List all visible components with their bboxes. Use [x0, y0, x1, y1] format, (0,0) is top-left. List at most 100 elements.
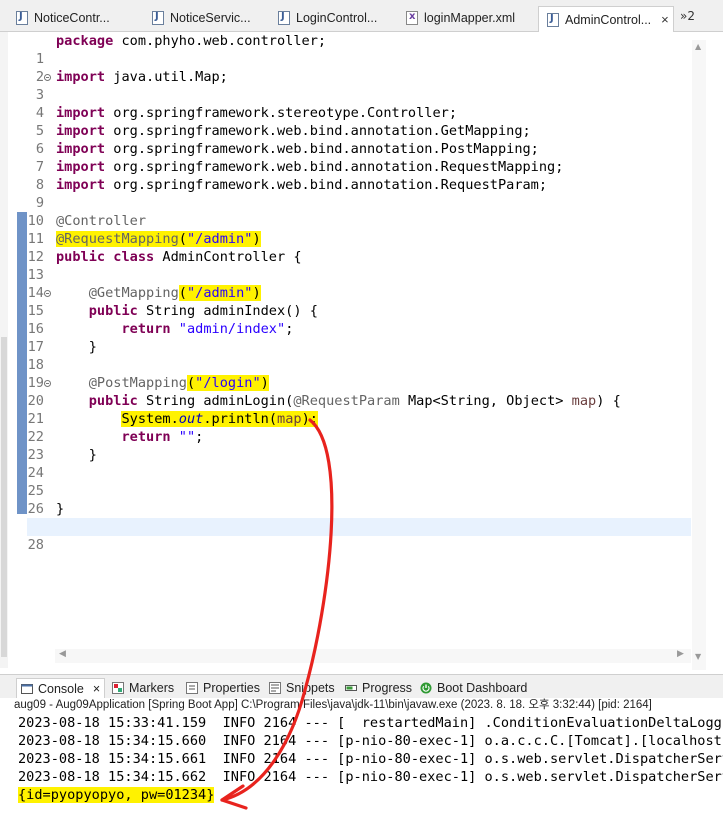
code-text: public class AdminController { — [56, 249, 302, 265]
snippets-icon — [269, 682, 281, 694]
progress-icon — [345, 685, 357, 691]
line-number: 28 — [27, 537, 44, 553]
close-icon[interactable]: × — [661, 12, 669, 27]
console-icon — [21, 683, 33, 694]
scroll-left-icon[interactable]: ◀ — [59, 649, 66, 659]
code-line: 13 public class AdminController { — [27, 248, 691, 283]
editor-tab-admin-controller[interactable]: AdminControl... × — [538, 6, 674, 32]
code-text: import org.springframework.web.bind.anno… — [56, 123, 531, 139]
code-line: 26 — [27, 482, 691, 517]
code-line: 15 @GetMapping("/admin") — [27, 284, 691, 319]
code-line: 6 import org.springframework.web.bind.an… — [27, 122, 691, 157]
java-file-icon — [278, 11, 290, 25]
console-view-tab-bar: Console × Markers Properties Snippets Pr… — [0, 674, 723, 698]
code-line: 20 @PostMapping("/login") — [27, 374, 691, 409]
code-text: @GetMapping("/admin") — [88, 285, 261, 301]
markers-icon — [112, 682, 124, 694]
editor-tab-notice-controller[interactable]: NoticeContr... — [8, 6, 144, 30]
code-text: @RequestMapping("/admin") — [56, 231, 261, 247]
code-line: 3 import java.util.Map; — [27, 68, 691, 103]
java-file-icon — [16, 11, 28, 25]
scroll-right-icon[interactable]: ▶ — [677, 649, 684, 659]
code-text: } — [56, 447, 97, 463]
editor-left-scroll-strip — [0, 32, 8, 668]
fold-toggle-icon[interactable] — [44, 380, 51, 387]
code-text: @PostMapping("/login") — [88, 375, 269, 391]
code-line: 12 @RequestMapping("/admin") — [27, 230, 691, 265]
code-line: 5 import org.springframework.stereotype.… — [27, 104, 691, 139]
code-line: 27 } — [27, 500, 691, 535]
code-line: 10 — [27, 194, 691, 229]
code-line-current: 28 — [27, 518, 691, 553]
tab-label: LoginControl... — [296, 11, 378, 25]
fold-toggle-icon[interactable] — [44, 74, 51, 81]
tab-markers[interactable]: Markers — [112, 678, 174, 698]
java-file-icon — [152, 11, 164, 25]
code-line: 23 return ""; — [27, 428, 691, 463]
horizontal-scrollbar[interactable]: ◀ ▶ — [55, 649, 691, 663]
code-line: 7 import org.springframework.web.bind.an… — [27, 140, 691, 175]
tab-properties[interactable]: Properties — [186, 678, 260, 698]
tab-label: Console — [38, 681, 84, 696]
tab-snippets[interactable]: Snippets — [269, 678, 335, 698]
scroll-down-icon[interactable]: ▼ — [695, 652, 701, 661]
code-text: } — [56, 501, 65, 517]
fold-toggle-icon[interactable] — [44, 290, 51, 297]
console-line-highlighted: {id=pyopyopyo, pw=01234} — [18, 786, 215, 804]
properties-icon — [186, 682, 198, 694]
code-editor[interactable]: 1 package com.phyho.web.controller; 2 3 … — [0, 32, 723, 670]
console-line: 2023-08-18 15:34:15.662 INFO 2164 --- [p… — [18, 769, 723, 785]
editor-tab-bar: NoticeContr... NoticeServic... LoginCont… — [0, 0, 723, 32]
console-output[interactable]: 2023-08-18 15:33:41.159 INFO 2164 --- [ … — [0, 714, 723, 825]
xml-file-icon — [406, 11, 418, 25]
tab-console[interactable]: Console × — [16, 678, 106, 698]
code-line: 8 import org.springframework.web.bind.an… — [27, 158, 691, 193]
code-text: package com.phyho.web.controller; — [56, 33, 327, 49]
code-text: } — [56, 339, 97, 355]
editor-tab-notice-service[interactable]: NoticeServic... — [144, 6, 270, 30]
code-text: @Controller — [56, 213, 147, 229]
console-launch-info: aug09 - Aug09Application [Spring Boot Ap… — [14, 699, 652, 711]
code-text: import java.util.Map; — [56, 69, 228, 85]
java-file-icon — [547, 12, 559, 27]
close-icon[interactable]: × — [93, 682, 100, 696]
code-text: public String adminLogin(@RequestParam M… — [88, 393, 621, 409]
code-line: 19 — [27, 356, 691, 391]
code-line: 11 @Controller — [27, 212, 691, 247]
code-text: System.out.println(map); — [121, 411, 318, 427]
scroll-up-icon[interactable]: ▲ — [695, 42, 701, 51]
code-line: 18 } — [27, 338, 691, 373]
tab-progress[interactable]: Progress — [345, 678, 412, 698]
code-line: 24 } — [27, 446, 691, 481]
vertical-scrollbar[interactable]: ▲ ▼ — [692, 40, 706, 670]
console-line: 2023-08-18 15:33:41.159 INFO 2164 --- [ … — [18, 715, 723, 731]
editor-tab-login-controller[interactable]: LoginControl... — [270, 6, 398, 30]
tab-label: Markers — [129, 681, 175, 695]
code-text: return "admin/index"; — [121, 321, 294, 337]
console-line: 2023-08-18 15:34:15.661 INFO 2164 --- [p… — [18, 751, 723, 767]
tab-label: NoticeContr... — [34, 11, 110, 25]
editor-tab-login-mapper[interactable]: loginMapper.xml — [398, 6, 534, 30]
tab-boot-dashboard[interactable]: Boot Dashboard — [420, 678, 527, 698]
code-line: 1 package com.phyho.web.controller; — [27, 32, 691, 67]
code-line: 17 return "admin/index"; — [27, 320, 691, 355]
code-text: import org.springframework.web.bind.anno… — [56, 141, 539, 157]
tab-label: Boot Dashboard — [437, 681, 528, 695]
code-line: 25 — [27, 464, 691, 499]
code-line: 16 public String adminIndex() { — [27, 302, 691, 337]
tab-label: Snippets — [286, 681, 335, 695]
tab-overflow-button[interactable]: »2 — [680, 9, 695, 23]
code-line: 21 public String adminLogin(@RequestPara… — [27, 392, 691, 427]
tab-label: AdminControl... — [565, 12, 652, 27]
tab-label: Properties — [203, 681, 260, 695]
code-line: 9 import org.springframework.web.bind.an… — [27, 176, 691, 211]
code-line: 14 — [27, 266, 691, 301]
code-text: import org.springframework.web.bind.anno… — [56, 177, 548, 193]
boot-dashboard-icon — [420, 682, 432, 694]
tab-label: loginMapper.xml — [424, 11, 516, 25]
change-ruler — [17, 212, 27, 514]
console-line: 2023-08-18 15:34:15.660 INFO 2164 --- [p… — [18, 733, 723, 749]
code-text: return ""; — [121, 429, 204, 445]
code-text: import org.springframework.stereotype.Co… — [56, 105, 458, 121]
code-line: 22 System.out.println(map); — [27, 410, 691, 445]
